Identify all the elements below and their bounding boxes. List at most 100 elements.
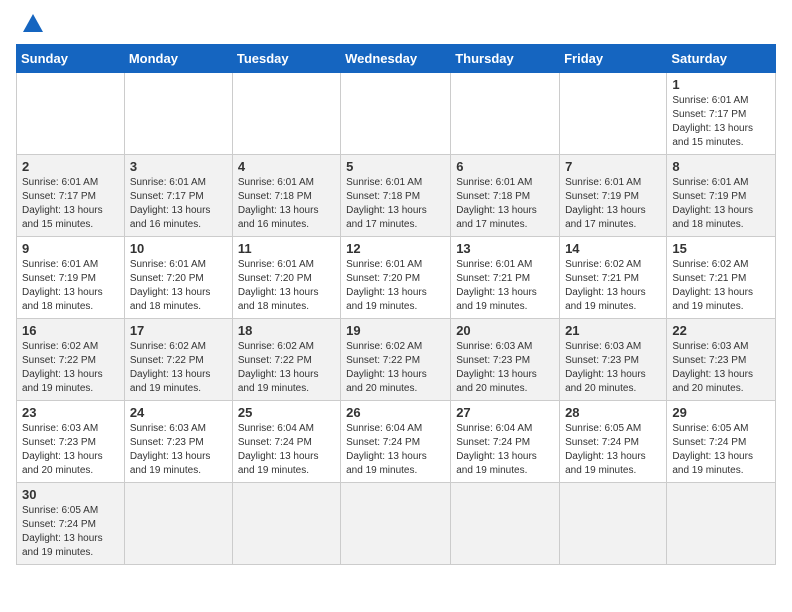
page-header xyxy=(16,16,776,32)
day-number: 24 xyxy=(130,405,227,420)
calendar-week-row: 2 Sunrise: 6:01 AM Sunset: 7:17 PM Daylig… xyxy=(17,155,776,237)
day-info: Sunrise: 6:04 AM Sunset: 7:24 PM Dayligh… xyxy=(456,422,554,478)
calendar-cell: 11 Sunrise: 6:01 AM Sunset: 7:20 PM Dayli… xyxy=(232,237,340,319)
calendar-cell: 28 Sunrise: 6:05 AM Sunset: 7:24 PM Dayli… xyxy=(560,401,667,483)
day-number: 2 xyxy=(22,159,119,174)
calendar-cell: 21Sunrise: 6:03 AM Sunset: 7:23 PM Dayli… xyxy=(560,319,667,401)
calendar-cell: 9 Sunrise: 6:01 AM Sunset: 7:19 PM Daylig… xyxy=(17,237,125,319)
day-number: 28 xyxy=(565,405,661,420)
day-number: 18 xyxy=(238,323,335,338)
day-number: 6 xyxy=(456,159,554,174)
weekday-header-monday: Monday xyxy=(124,45,232,73)
calendar-cell xyxy=(560,483,667,565)
calendar-cell: 12 Sunrise: 6:01 AM Sunset: 7:20 PM Dayli… xyxy=(341,237,451,319)
day-info: Sunrise: 6:03 AM Sunset: 7:23 PM Dayligh… xyxy=(22,422,119,478)
day-info: Sunrise: 6:01 AM Sunset: 7:20 PM Dayligh… xyxy=(238,258,335,314)
day-number: 25 xyxy=(238,405,335,420)
day-info: Sunrise: 6:01 AM Sunset: 7:19 PM Dayligh… xyxy=(672,176,770,232)
day-number: 21 xyxy=(565,323,661,338)
day-number: 1 xyxy=(672,77,770,92)
day-info: Sunrise: 6:01 AM Sunset: 7:17 PM Dayligh… xyxy=(672,94,770,150)
calendar-cell: 17 Sunrise: 6:02 AM Sunset: 7:22 PM Dayli… xyxy=(124,319,232,401)
day-number: 19 xyxy=(346,323,445,338)
calendar-cell xyxy=(667,483,776,565)
day-number: 29 xyxy=(672,405,770,420)
calendar-cell: 26Sunrise: 6:04 AM Sunset: 7:24 PM Dayli… xyxy=(341,401,451,483)
calendar-cell: 10 Sunrise: 6:01 AM Sunset: 7:20 PM Dayli… xyxy=(124,237,232,319)
calendar-cell xyxy=(341,483,451,565)
day-number: 23 xyxy=(22,405,119,420)
day-number: 3 xyxy=(130,159,227,174)
calendar-cell xyxy=(232,73,340,155)
day-number: 14 xyxy=(565,241,661,256)
day-number: 22 xyxy=(672,323,770,338)
day-number: 17 xyxy=(130,323,227,338)
day-info: Sunrise: 6:03 AM Sunset: 7:23 PM Dayligh… xyxy=(672,340,770,396)
calendar-cell: 1 Sunrise: 6:01 AM Sunset: 7:17 PM Daylig… xyxy=(667,73,776,155)
day-info: Sunrise: 6:01 AM Sunset: 7:20 PM Dayligh… xyxy=(346,258,445,314)
calendar-cell: 3 Sunrise: 6:01 AM Sunset: 7:17 PM Daylig… xyxy=(124,155,232,237)
calendar-cell: 30 Sunrise: 6:05 AM Sunset: 7:24 PM Dayli… xyxy=(17,483,125,565)
calendar-week-row: 30 Sunrise: 6:05 AM Sunset: 7:24 PM Dayli… xyxy=(17,483,776,565)
calendar-cell: 8 Sunrise: 6:01 AM Sunset: 7:19 PM Daylig… xyxy=(667,155,776,237)
calendar-cell xyxy=(124,73,232,155)
day-number: 20 xyxy=(456,323,554,338)
weekday-header-row: SundayMondayTuesdayWednesdayThursdayFrid… xyxy=(17,45,776,73)
calendar-cell xyxy=(341,73,451,155)
logo-triangle-icon xyxy=(23,14,43,32)
day-number: 15 xyxy=(672,241,770,256)
calendar-cell xyxy=(560,73,667,155)
day-info: Sunrise: 6:02 AM Sunset: 7:21 PM Dayligh… xyxy=(672,258,770,314)
calendar-cell: 19 Sunrise: 6:02 AM Sunset: 7:22 PM Dayli… xyxy=(341,319,451,401)
day-info: Sunrise: 6:03 AM Sunset: 7:23 PM Dayligh… xyxy=(456,340,554,396)
day-number: 10 xyxy=(130,241,227,256)
day-info: Sunrise: 6:02 AM Sunset: 7:22 PM Dayligh… xyxy=(346,340,445,396)
day-info: Sunrise: 6:02 AM Sunset: 7:22 PM Dayligh… xyxy=(238,340,335,396)
day-number: 12 xyxy=(346,241,445,256)
day-number: 9 xyxy=(22,241,119,256)
calendar-week-row: 9 Sunrise: 6:01 AM Sunset: 7:19 PM Daylig… xyxy=(17,237,776,319)
day-info: Sunrise: 6:01 AM Sunset: 7:18 PM Dayligh… xyxy=(456,176,554,232)
day-number: 11 xyxy=(238,241,335,256)
calendar-cell: 22 Sunrise: 6:03 AM Sunset: 7:23 PM Dayli… xyxy=(667,319,776,401)
calendar-cell: 14 Sunrise: 6:02 AM Sunset: 7:21 PM Dayli… xyxy=(560,237,667,319)
calendar-cell xyxy=(17,73,125,155)
calendar-week-row: 23 Sunrise: 6:03 AM Sunset: 7:23 PM Dayli… xyxy=(17,401,776,483)
weekday-header-tuesday: Tuesday xyxy=(232,45,340,73)
calendar-cell: 6 Sunrise: 6:01 AM Sunset: 7:18 PM Daylig… xyxy=(451,155,560,237)
calendar-cell: 4Sunrise: 6:01 AM Sunset: 7:18 PM Daylig… xyxy=(232,155,340,237)
calendar-cell: 29Sunrise: 6:05 AM Sunset: 7:24 PM Dayli… xyxy=(667,401,776,483)
day-info: Sunrise: 6:01 AM Sunset: 7:21 PM Dayligh… xyxy=(456,258,554,314)
weekday-header-saturday: Saturday xyxy=(667,45,776,73)
day-number: 4 xyxy=(238,159,335,174)
day-number: 27 xyxy=(456,405,554,420)
calendar-cell xyxy=(232,483,340,565)
day-number: 16 xyxy=(22,323,119,338)
day-info: Sunrise: 6:02 AM Sunset: 7:21 PM Dayligh… xyxy=(565,258,661,314)
calendar-cell xyxy=(124,483,232,565)
day-info: Sunrise: 6:02 AM Sunset: 7:22 PM Dayligh… xyxy=(130,340,227,396)
calendar-cell: 7Sunrise: 6:01 AM Sunset: 7:19 PM Daylig… xyxy=(560,155,667,237)
calendar-cell: 13Sunrise: 6:01 AM Sunset: 7:21 PM Dayli… xyxy=(451,237,560,319)
day-number: 30 xyxy=(22,487,119,502)
day-info: Sunrise: 6:01 AM Sunset: 7:20 PM Dayligh… xyxy=(130,258,227,314)
day-info: Sunrise: 6:01 AM Sunset: 7:19 PM Dayligh… xyxy=(22,258,119,314)
calendar-cell: 24 Sunrise: 6:03 AM Sunset: 7:23 PM Dayli… xyxy=(124,401,232,483)
day-info: Sunrise: 6:05 AM Sunset: 7:24 PM Dayligh… xyxy=(22,504,119,560)
weekday-header-thursday: Thursday xyxy=(451,45,560,73)
weekday-header-wednesday: Wednesday xyxy=(341,45,451,73)
calendar-cell: 27 Sunrise: 6:04 AM Sunset: 7:24 PM Dayli… xyxy=(451,401,560,483)
calendar-cell xyxy=(451,73,560,155)
day-info: Sunrise: 6:05 AM Sunset: 7:24 PM Dayligh… xyxy=(565,422,661,478)
day-number: 7 xyxy=(565,159,661,174)
day-info: Sunrise: 6:01 AM Sunset: 7:17 PM Dayligh… xyxy=(130,176,227,232)
logo xyxy=(16,16,43,32)
day-number: 8 xyxy=(672,159,770,174)
calendar-cell: 5 Sunrise: 6:01 AM Sunset: 7:18 PM Daylig… xyxy=(341,155,451,237)
calendar-cell: 16Sunrise: 6:02 AM Sunset: 7:22 PM Dayli… xyxy=(17,319,125,401)
calendar-cell xyxy=(451,483,560,565)
day-info: Sunrise: 6:03 AM Sunset: 7:23 PM Dayligh… xyxy=(130,422,227,478)
day-number: 5 xyxy=(346,159,445,174)
day-info: Sunrise: 6:01 AM Sunset: 7:18 PM Dayligh… xyxy=(346,176,445,232)
day-info: Sunrise: 6:04 AM Sunset: 7:24 PM Dayligh… xyxy=(238,422,335,478)
